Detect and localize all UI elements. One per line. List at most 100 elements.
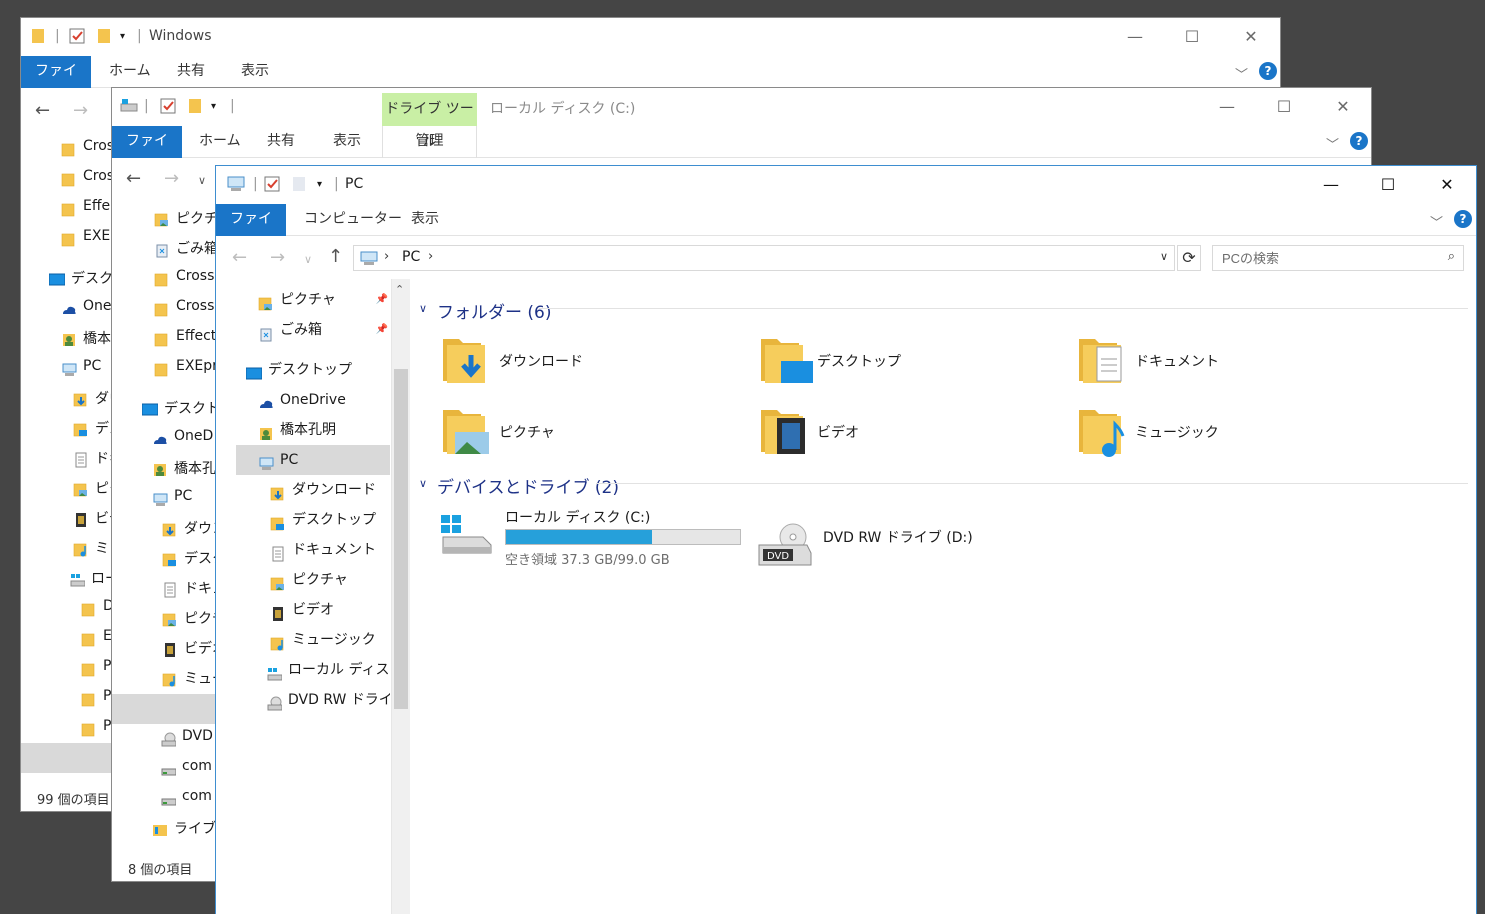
address-dropdown-icon[interactable]: ∨ [1160, 250, 1168, 263]
new-folder-icon[interactable] [188, 98, 202, 114]
breadcrumb-pc[interactable]: PC [402, 249, 420, 265]
nav-item[interactable]: 橋本孔明 [216, 415, 390, 445]
tab-file[interactable]: ファイル [112, 126, 182, 179]
tab-view[interactable]: 表示 [229, 56, 281, 88]
nav-item[interactable]: ドキュメント [216, 535, 390, 565]
folder-item[interactable]: ピクチャ [441, 400, 741, 464]
nav-item[interactable]: ミュージック [216, 625, 390, 655]
nav-item[interactable]: ドキュ [162, 578, 216, 600]
nav-item[interactable]: ピクチャ [216, 565, 390, 595]
address-bar[interactable]: › PC › ∨ [353, 245, 1175, 271]
nav-item[interactable]: OneDrive [216, 385, 390, 415]
forward-arrow-icon[interactable]: → [73, 100, 88, 121]
nav-item[interactable]: DVD RW ドライブ [216, 685, 390, 715]
up-arrow-icon[interactable]: ↑ [328, 246, 343, 267]
tab-home[interactable]: ホーム [187, 126, 253, 158]
search-input[interactable] [1213, 246, 1433, 270]
folder-item[interactable]: ビデオ [759, 400, 1059, 464]
scrollbar-thumb[interactable] [394, 369, 408, 709]
nav-item[interactable]: Effect [154, 328, 216, 350]
nav-item[interactable]: ダウンロード [216, 475, 390, 505]
breadcrumb-separator-icon[interactable]: › [428, 249, 433, 264]
drive-item-d[interactable]: DVD DVD RW ドライブ (D:) [757, 505, 1077, 569]
nav-item[interactable]: CrossF [154, 268, 216, 290]
new-folder-icon[interactable] [97, 28, 111, 44]
qat-dropdown-icon[interactable]: ▾ [120, 31, 125, 42]
recent-locations-icon[interactable]: ∨ [304, 253, 312, 266]
maximize-button[interactable]: ☐ [1365, 172, 1411, 198]
minimize-button[interactable]: — [1308, 172, 1354, 198]
back-arrow-icon[interactable]: ← [35, 100, 50, 121]
nav-item[interactable]: EXEpr [154, 358, 216, 380]
tab-file[interactable]: ファイル [216, 204, 286, 257]
pin-icon[interactable]: 📌 [376, 315, 388, 345]
properties-icon[interactable] [264, 176, 280, 192]
help-icon[interactable]: ? [1259, 62, 1277, 80]
nav-item[interactable]: Cros [61, 138, 116, 160]
nav-item[interactable]: com [160, 788, 216, 810]
minimize-button[interactable]: — [1204, 94, 1250, 120]
forward-arrow-icon[interactable]: → [164, 168, 179, 189]
new-folder-icon[interactable] [292, 176, 306, 192]
expand-ribbon-icon[interactable]: ﹀ [1235, 64, 1248, 83]
nav-item[interactable]: ピクチ [162, 608, 216, 630]
nav-item[interactable]: デスク [49, 268, 116, 290]
folder-item[interactable]: ミュージック [1077, 400, 1377, 464]
nav-item[interactable]: ダウ [73, 388, 116, 410]
back-arrow-icon[interactable]: ← [232, 247, 247, 268]
back-arrow-icon[interactable]: ← [126, 168, 141, 189]
nav-item[interactable]: デスクトップ [216, 505, 390, 535]
nav-item[interactable]: ごみ箱 📌 [216, 315, 390, 345]
nav-item[interactable]: EXE [61, 228, 116, 250]
nav-item[interactable]: ライブラ [152, 818, 216, 840]
nav-item[interactable]: デス [73, 418, 116, 440]
nav-item[interactable]: デスクト [142, 398, 216, 420]
nav-item[interactable]: ピク [73, 478, 116, 500]
nav-item[interactable]: One [61, 298, 116, 320]
scroll-up-icon[interactable]: ⌃ [395, 283, 404, 296]
pin-icon[interactable]: 📌 [376, 285, 388, 315]
properties-icon[interactable] [69, 28, 85, 44]
nav-item[interactable]: ビデオ [162, 638, 216, 660]
nav-item[interactable]: ロー [69, 568, 116, 590]
refresh-button[interactable]: ⟳ [1177, 245, 1201, 271]
nav-item[interactable]: ドキ [73, 448, 116, 470]
maximize-button[interactable]: ☐ [1261, 94, 1307, 120]
search-box[interactable]: ⌕ [1212, 245, 1464, 271]
tab-share[interactable]: 共有 [255, 126, 307, 158]
nav-item[interactable]: Effe [61, 198, 116, 220]
nav-item[interactable]: ごみ箱 [154, 238, 216, 260]
tab-manage[interactable]: 管理 [382, 126, 477, 158]
nav-item[interactable]: デスクトップ [216, 355, 390, 385]
tab-file[interactable]: ファイル [21, 56, 91, 109]
nav-item[interactable]: デスク [162, 548, 216, 570]
close-button[interactable]: ✕ [1424, 172, 1470, 198]
pc-explorer-window[interactable]: | ▾ | PC — ☐ ✕ ファイル コンピューター 表示 ﹀ ? ← → ∨… [215, 165, 1477, 914]
recent-locations-icon[interactable]: ∨ [198, 174, 206, 187]
qat-dropdown-icon[interactable]: ▾ [211, 101, 216, 112]
nav-item[interactable]: DVD [160, 728, 216, 750]
nav-item[interactable]: 橋本 [61, 328, 116, 350]
collapse-chevron-icon[interactable]: ∨ [419, 302, 427, 315]
close-button[interactable]: ✕ [1228, 24, 1274, 50]
nav-item[interactable]: ミュ [73, 538, 116, 560]
nav-item[interactable]: ピクチャ [154, 208, 216, 230]
tab-computer[interactable]: コンピューター [292, 204, 414, 236]
maximize-button[interactable]: ☐ [1169, 24, 1215, 50]
nav-item[interactable]: ローカル ディスク ( [216, 655, 390, 685]
tab-share[interactable]: 共有 [165, 56, 217, 88]
nav-item[interactable]: PC [61, 358, 116, 380]
group-devices[interactable]: ∨ デバイスとドライブ (2) [419, 469, 1468, 499]
nav-item[interactable]: PC [152, 488, 216, 510]
close-button[interactable]: ✕ [1320, 94, 1366, 120]
tab-view[interactable]: 表示 [321, 126, 373, 158]
nav-item[interactable]: 橋本孔 [152, 458, 216, 480]
folder-item[interactable]: ダウンロード [441, 329, 741, 393]
help-icon[interactable]: ? [1350, 132, 1368, 150]
collapse-chevron-icon[interactable]: ∨ [419, 477, 427, 490]
nav-item[interactable]: ビデ [73, 508, 116, 530]
nav-item[interactable]: ビデオ [216, 595, 390, 625]
folder-item[interactable]: ドキュメント [1077, 329, 1377, 393]
help-icon[interactable]: ? [1454, 210, 1472, 228]
nav-scrollbar[interactable]: ⌃ [392, 279, 410, 914]
